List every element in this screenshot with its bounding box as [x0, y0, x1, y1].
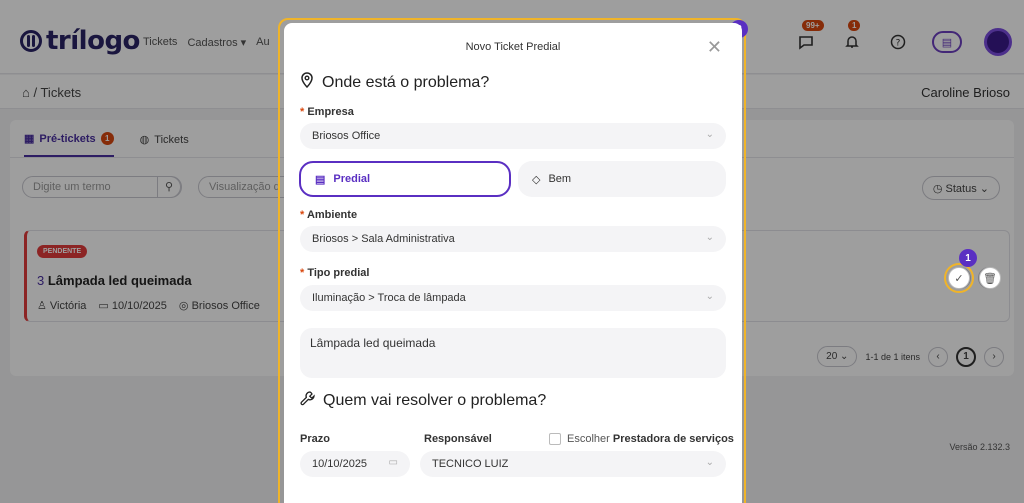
- tag-icon: ◇: [532, 173, 541, 186]
- empresa-label: * Empresa: [300, 106, 354, 118]
- delete-button-dimmed[interactable]: 🗑: [979, 267, 1001, 289]
- tipo-predial-select[interactable]: Iluminação > Troca de lâmpada ⌄: [300, 285, 726, 311]
- chevron-down-icon: ⌄: [705, 291, 714, 302]
- step-1-marker: 1: [959, 249, 977, 267]
- tipo-label-text: Tipo predial: [307, 267, 370, 279]
- prazo-value: 10/10/2025: [312, 458, 368, 470]
- chevron-down-icon: ⌄: [705, 457, 714, 468]
- empresa-value: Briosos Office: [312, 130, 381, 142]
- responsavel-select[interactable]: TECNICO LUIZ ⌄: [420, 451, 726, 477]
- section-where-title: Onde está o problema?: [322, 73, 490, 91]
- chevron-down-icon: ⌄: [705, 232, 714, 243]
- wrench-icon: [300, 391, 315, 411]
- empresa-select[interactable]: Briosos Office ⌄: [300, 123, 726, 149]
- provider-checkbox[interactable]: [549, 433, 561, 445]
- prazo-label: Prazo: [300, 433, 330, 445]
- section-who-title: Quem vai resolver o problema?: [323, 392, 547, 409]
- type-predial-button[interactable]: ▤ Predial: [299, 161, 511, 197]
- chevron-down-icon: ⌄: [705, 129, 714, 140]
- ambiente-label: * Ambiente: [300, 209, 358, 221]
- approve-button-highlighted[interactable]: ✓: [948, 267, 970, 289]
- responsavel-value: TECNICO LUIZ: [432, 458, 509, 470]
- tipo-predial-label: * Tipo predial: [300, 267, 370, 279]
- check-prefix: Escolher: [567, 433, 613, 445]
- ambiente-select[interactable]: Briosos > Sala Administrativa ⌄: [300, 226, 726, 252]
- responsavel-label: Responsável: [424, 433, 492, 445]
- check-bold: Prestadora de serviços: [612, 433, 734, 445]
- type-bem-label: Bem: [548, 173, 572, 185]
- new-ticket-modal: Novo Ticket Predial ✕ Onde está o proble…: [284, 23, 742, 503]
- close-icon[interactable]: ✕: [707, 37, 722, 58]
- section-where: Onde está o problema?: [300, 72, 489, 93]
- empresa-label-text: Empresa: [307, 106, 354, 118]
- ambiente-value: Briosos > Sala Administrativa: [312, 233, 455, 245]
- provider-checkbox-label[interactable]: Escolher Prestadora de serviços: [567, 433, 734, 445]
- type-bem-button[interactable]: ◇ Bem: [518, 161, 726, 197]
- ambiente-label-text: Ambiente: [306, 209, 358, 221]
- prazo-date-input[interactable]: 10/10/2025 ▭: [300, 451, 410, 477]
- type-predial-label: Predial: [333, 173, 371, 185]
- tipo-value: Iluminação > Troca de lâmpada: [312, 292, 466, 304]
- location-pin-icon: [300, 72, 314, 93]
- description-textarea[interactable]: Lâmpada led queimada: [300, 328, 726, 378]
- building-icon: ▤: [315, 173, 326, 186]
- section-who: Quem vai resolver o problema?: [300, 391, 546, 411]
- calendar-icon: ▭: [388, 457, 398, 468]
- modal-title: Novo Ticket Predial: [465, 41, 561, 53]
